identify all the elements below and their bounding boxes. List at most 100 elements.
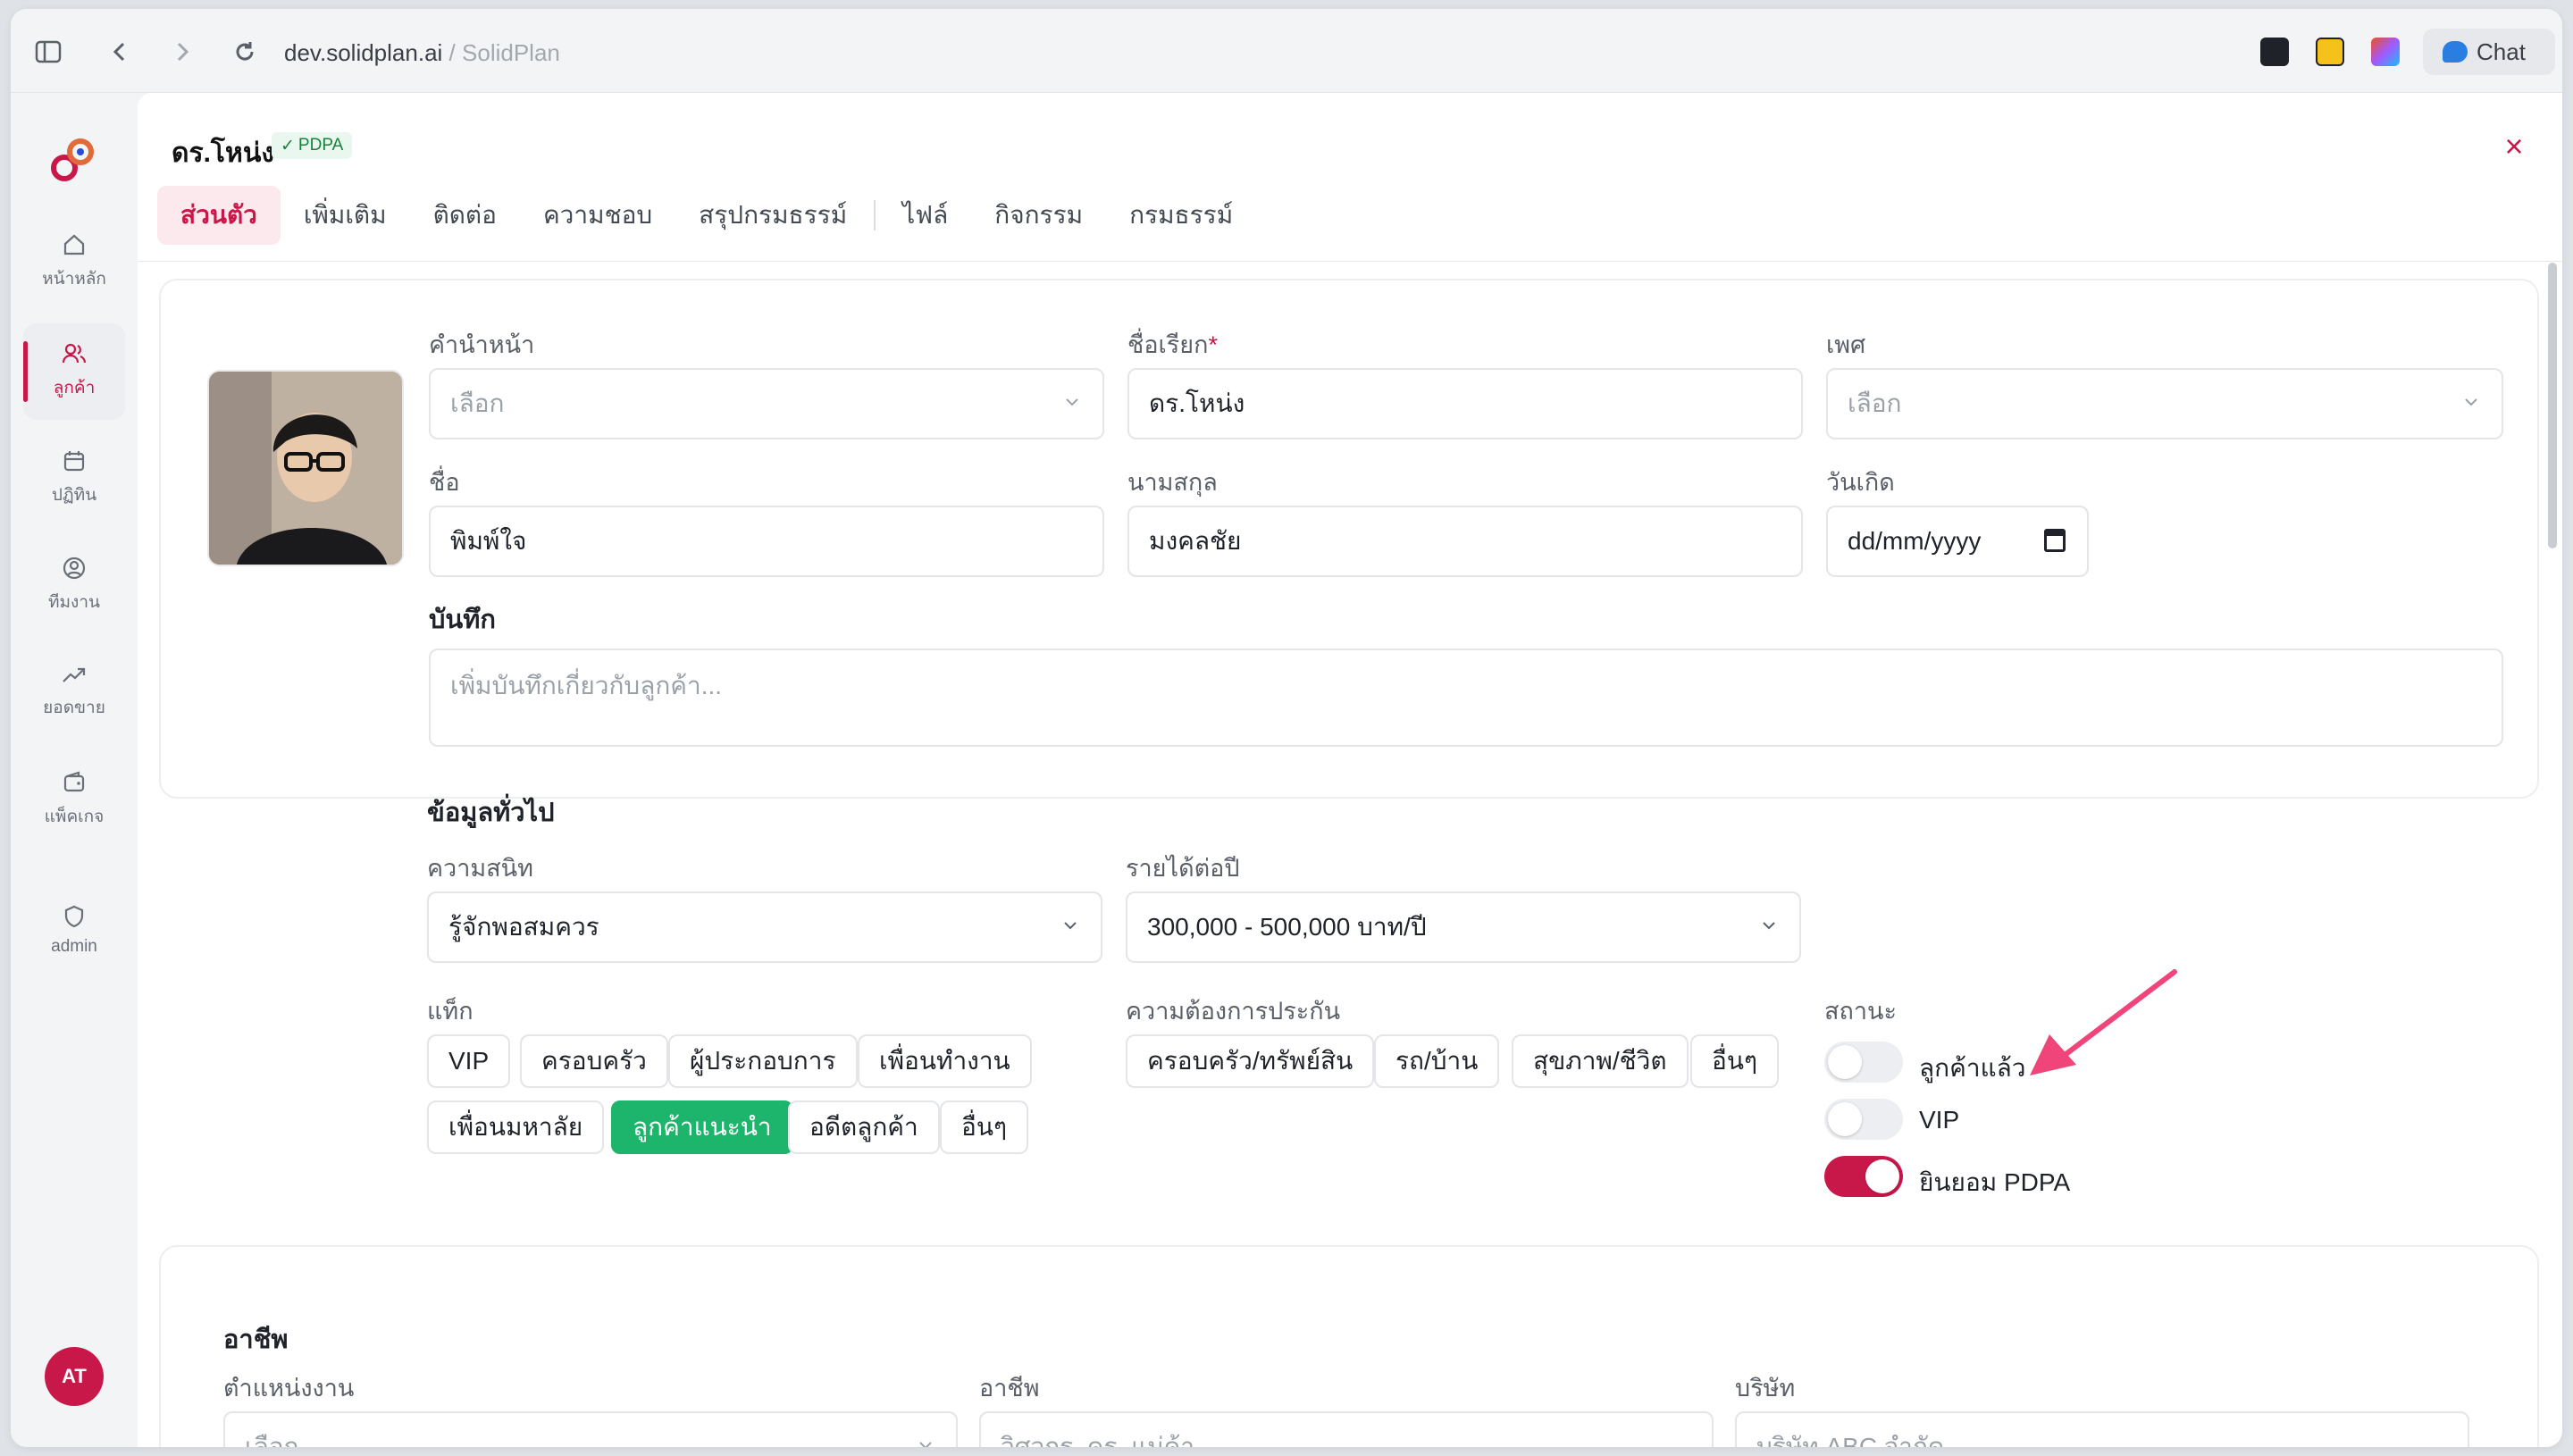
app-logo[interactable] — [46, 134, 100, 188]
calendar-icon — [63, 451, 85, 472]
tab-files[interactable]: ไฟล์ — [879, 186, 971, 245]
tag-chip[interactable]: ครอบครัว — [520, 1034, 668, 1088]
home-icon — [63, 234, 85, 255]
tab-contact[interactable]: ติดต่อ — [410, 186, 520, 245]
tab-divider — [874, 200, 876, 230]
url-domain: dev.solidplan.ai — [284, 39, 443, 66]
tag-chip[interactable]: อื่นๆ — [940, 1100, 1028, 1154]
position-select-value: เลือก — [245, 1433, 299, 1447]
note-label: บันทึก — [429, 606, 496, 634]
calendar-picker-icon[interactable] — [2044, 529, 2066, 552]
sidebar-item-home[interactable]: หน้าหลัก — [23, 214, 125, 311]
tab-additional[interactable]: เพิ่มเติม — [281, 186, 410, 245]
nickname-input-value: ดร.โหน่ง — [1149, 389, 1245, 417]
nickname-input[interactable]: ดร.โหน่ง — [1127, 368, 1803, 439]
sidebar-item-packages[interactable]: แพ็คเกจ — [23, 752, 125, 849]
tag-chip[interactable]: เพื่อนทำงาน — [858, 1034, 1032, 1088]
forward-icon[interactable] — [168, 38, 197, 66]
tab-policies[interactable]: กรมธรรม์ — [1106, 186, 1256, 245]
tab-policy-summary[interactable]: สรุปกรมธรรม์ — [675, 186, 870, 245]
customer-status-toggle[interactable] — [1824, 1042, 1903, 1083]
gender-label: เพศ — [1826, 331, 1866, 358]
first-name-input[interactable]: พิมพ์ใจ — [429, 506, 1104, 577]
tab-activities[interactable]: กิจกรรม — [971, 186, 1106, 245]
tab-preferences[interactable]: ความชอบ — [520, 186, 675, 245]
need-chip[interactable]: รถ/บ้าน — [1374, 1034, 1500, 1088]
pdpa-badge: ✓ PDPA — [272, 132, 353, 159]
last-name-label: นามสกุล — [1127, 469, 1218, 496]
occupation-input[interactable]: วิศวกร, ครู, แม่ค้า — [979, 1411, 1714, 1447]
tag-chip-selected[interactable]: ลูกค้าแนะนำ — [611, 1100, 793, 1154]
required-marker: * — [1208, 331, 1218, 358]
user-avatar[interactable]: AT — [45, 1347, 104, 1406]
chevron-down-icon — [919, 1442, 932, 1447]
career-card: อาชีพ ตำแหน่งงาน เลือก อาชีพ วิศวกร, ครู… — [159, 1245, 2539, 1447]
sidebar-item-label: ปฏิทิน — [51, 486, 97, 505]
first-name-input-value: พิมพ์ใจ — [450, 527, 527, 555]
tabs-divider — [138, 261, 2562, 262]
chat-button[interactable]: Chat — [2423, 29, 2555, 75]
vip-toggle[interactable] — [1824, 1099, 1903, 1140]
sidebar-item-customers[interactable]: ลูกค้า — [23, 323, 125, 420]
note-textarea[interactable]: เพิ่มบันทึกเกี่ยวกับลูกค้า... — [429, 649, 2503, 747]
tag-chip[interactable]: เพื่อนมหาลัย — [427, 1100, 605, 1154]
gender-select-value: เลือก — [1848, 389, 1902, 417]
close-icon[interactable]: × — [2498, 130, 2530, 164]
sidebar-item-team[interactable]: ทีมงาน — [23, 538, 125, 634]
income-select[interactable]: 300,000 - 500,000 บาท/ปี — [1126, 891, 1801, 963]
figma-icon[interactable] — [2371, 38, 2400, 66]
back-icon[interactable] — [105, 38, 134, 66]
sidebar-toggle-icon[interactable] — [34, 38, 63, 66]
prefix-select[interactable]: เลือก — [429, 368, 1104, 439]
panel-scrollbar[interactable] — [2548, 263, 2557, 548]
wallet-icon — [63, 771, 85, 792]
company-input[interactable]: บริษัท ABC จำกัด — [1735, 1411, 2469, 1447]
last-name-input[interactable]: มงคลชัย — [1127, 506, 1803, 577]
need-chip[interactable]: สุขภาพ/ชีวิต — [1512, 1034, 1689, 1088]
tag-chip[interactable]: ผู้ประกอบการ — [668, 1034, 858, 1088]
position-select[interactable]: เลือก — [223, 1411, 958, 1447]
chat-button-label: Chat — [2477, 38, 2526, 65]
first-name-label: ชื่อ — [429, 469, 460, 496]
sidebar-item-sales[interactable]: ยอดขาย — [23, 645, 125, 741]
tab-bar: ส่วนตัว เพิ่มเติม ติดต่อ ความชอบ สรุปกรม… — [157, 186, 1256, 245]
sidebar-item-calendar[interactable]: ปฏิทิน — [23, 431, 125, 527]
tag-chip[interactable]: อดีตลูกค้า — [788, 1100, 940, 1154]
position-label: ตำแหน่งงาน — [223, 1375, 355, 1402]
reload-icon[interactable] — [230, 38, 259, 66]
need-chip[interactable]: ครอบครัว/ทรัพย์สิน — [1126, 1034, 1375, 1088]
extension-icon-1[interactable] — [2260, 38, 2289, 66]
browser-toolbar: dev.solidplan.ai / SolidPlan Chat — [11, 9, 2562, 93]
chevron-down-icon — [2465, 398, 2477, 406]
gender-select[interactable]: เลือก — [1826, 368, 2503, 439]
tag-chip[interactable]: VIP — [427, 1034, 511, 1088]
annotation-arrow-icon — [2030, 969, 2177, 1075]
customer-name-title: ดร.โหน่ง — [172, 138, 274, 168]
team-icon — [63, 556, 86, 580]
sidebar-item-label: admin — [51, 937, 97, 956]
birthday-input[interactable]: dd/mm/yyyy — [1826, 506, 2089, 577]
pdpa-consent-label: ยินยอม PDPA — [1919, 1168, 2071, 1196]
pdpa-badge-label: PDPA — [298, 136, 344, 155]
personal-info-card: คำนำหน้า เลือก ชื่อเรียก* ดร.โหน่ง เพศ เ… — [159, 279, 2539, 799]
company-input-placeholder: บริษัท ABC จำกัด — [1756, 1433, 1945, 1447]
nickname-label-text: ชื่อเรียก — [1127, 331, 1209, 358]
sidebar-item-admin[interactable]: admin — [23, 883, 125, 979]
closeness-select[interactable]: รู้จักพอสมควร — [427, 891, 1102, 963]
birthday-label: วันเกิด — [1826, 469, 1895, 496]
customer-status-label: ลูกค้าแล้ว — [1919, 1054, 2026, 1082]
birthday-input-value: dd/mm/yyyy — [1848, 527, 1982, 555]
tab-personal[interactable]: ส่วนตัว — [157, 186, 281, 245]
address-bar[interactable]: dev.solidplan.ai / SolidPlan — [284, 39, 560, 67]
trend-icon — [63, 667, 86, 682]
note-textarea-placeholder: เพิ่มบันทึกเกี่ยวกับลูกค้า... — [450, 672, 723, 699]
sidebar-item-label: แพ็คเกจ — [44, 807, 105, 826]
extension-icon-2[interactable] — [2316, 38, 2344, 66]
chat-bubble-icon — [2443, 41, 2468, 63]
portrait-image — [209, 372, 402, 565]
app-sidebar: หน้าหลัก ลูกค้า ปฏิทิน ทีมงาน ยอดขาย แพ็… — [11, 93, 138, 1447]
need-chip[interactable]: อื่นๆ — [1690, 1034, 1779, 1088]
customer-photo[interactable] — [207, 370, 404, 566]
pdpa-consent-toggle[interactable] — [1824, 1156, 1903, 1197]
sidebar-item-label: หน้าหลัก — [42, 270, 106, 289]
